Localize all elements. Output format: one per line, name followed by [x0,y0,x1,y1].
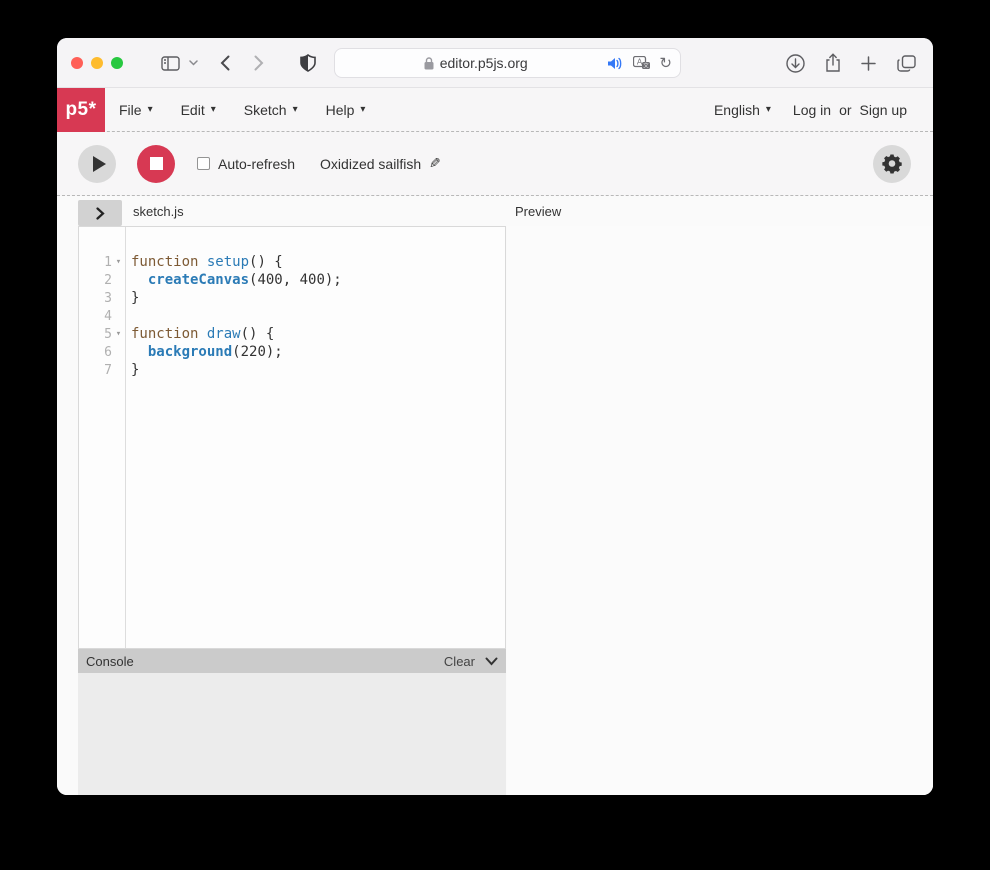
menu-edit[interactable]: Edit ▾ [167,88,230,132]
preview-frame [507,226,933,795]
preview-label: Preview [515,204,561,219]
menu-help[interactable]: Help ▾ [312,88,380,132]
console-output [78,673,506,795]
menu-edit-label: Edit [181,102,205,118]
privacy-shield-icon[interactable] [297,38,319,88]
nav-right: English ▾ Log in or Sign up [714,102,933,118]
code-line[interactable]: } [131,289,505,307]
language-selector[interactable]: English ▾ [714,102,771,118]
play-icon [93,156,106,172]
code-line[interactable]: background(220); [131,343,505,361]
chevron-down-icon[interactable] [185,38,201,88]
code-line[interactable]: function draw() { [131,325,505,343]
workspace: sketch.js Preview 1▾2345▾67 function set… [57,196,933,795]
chevron-down-icon: ▾ [360,104,365,115]
url-text: editor.p5js.org [440,55,528,71]
menu-file-label: File [119,102,142,118]
code-line[interactable]: createCanvas(400, 400); [131,271,505,289]
translate-icon[interactable]: A 文 [633,56,650,70]
browser-toolbar: editor.p5js.org A 文 ↻ [57,38,933,88]
console-collapse-icon[interactable] [485,657,498,666]
close-window-button[interactable] [71,57,83,69]
line-number: 6 [79,343,125,361]
editor-code[interactable]: function setup() { createCanvas(400, 400… [126,227,505,648]
speaker-icon[interactable] [608,57,624,70]
back-icon[interactable] [215,38,235,88]
chevron-down-icon: ▾ [148,104,153,115]
code-editor[interactable]: 1▾2345▾67 function setup() { createCanva… [78,226,506,649]
chevron-down-icon: ▾ [211,104,216,115]
chevron-down-icon: ▾ [293,104,298,115]
forward-icon[interactable] [249,38,269,88]
code-line[interactable]: } [131,361,505,379]
downloads-icon[interactable] [784,38,806,88]
project-name-group: Oxidized sailfish ✎ [320,155,441,172]
new-tab-icon[interactable] [858,38,878,88]
minimize-window-button[interactable] [91,57,103,69]
menu-sketch[interactable]: Sketch ▾ [230,88,312,132]
p5-nav-bar: p5* File ▾ Edit ▾ Sketch ▾ Help ▾ Englis… [57,88,933,132]
fold-arrow-icon[interactable]: ▾ [112,253,125,271]
console-header: Console Clear [78,649,506,673]
code-line[interactable] [131,307,505,325]
traffic-lights [71,57,123,69]
zoom-window-button[interactable] [111,57,123,69]
line-number: 5▾ [79,325,125,343]
editor-gutter: 1▾2345▾67 [79,227,126,648]
stop-button[interactable] [137,145,175,183]
address-bar-center: editor.p5js.org [343,55,608,71]
chevron-down-icon: ▾ [766,104,771,115]
svg-text:文: 文 [644,62,650,70]
browser-window: editor.p5js.org A 文 ↻ [57,38,933,795]
menu-file[interactable]: File ▾ [105,88,167,132]
sketch-toolbar: Auto-refresh Oxidized sailfish ✎ [57,132,933,196]
sidebar-expand-button[interactable] [78,200,122,226]
reload-icon[interactable]: ↻ [659,56,672,71]
auto-refresh-checkbox[interactable] [197,157,210,170]
code-line[interactable]: function setup() { [131,253,505,271]
tab-sketch-js[interactable]: sketch.js [133,204,184,219]
lock-icon [424,57,434,70]
line-number: 7 [79,361,125,379]
project-name: Oxidized sailfish [320,156,421,172]
svg-text:A: A [637,58,643,67]
address-bar[interactable]: editor.p5js.org A 文 ↻ [334,48,681,78]
chevron-right-icon [96,207,105,220]
console-clear-button[interactable]: Clear [444,654,475,669]
or-text: or [839,102,851,118]
line-number: 2 [79,271,125,289]
console-actions: Clear [444,654,498,669]
fold-arrow-icon[interactable]: ▾ [112,325,125,343]
language-label: English [714,102,760,118]
address-bar-icons: A 文 ↻ [608,56,672,71]
p5-logo[interactable]: p5* [57,88,105,132]
log-in-link[interactable]: Log in [793,102,831,118]
menu-help-label: Help [326,102,355,118]
settings-button[interactable] [873,145,911,183]
stop-icon [150,157,163,170]
sign-up-link[interactable]: Sign up [860,102,907,118]
desktop-background: editor.p5js.org A 文 ↻ [0,0,990,870]
gear-icon [882,154,902,174]
play-button[interactable] [78,145,116,183]
console-title: Console [86,654,134,669]
share-icon[interactable] [822,38,844,88]
auto-refresh-group: Auto-refresh [197,156,295,172]
line-number: 4 [79,307,125,325]
tab-overview-icon[interactable] [894,38,918,88]
auto-refresh-label: Auto-refresh [218,156,295,172]
line-number: 3 [79,289,125,307]
menu-sketch-label: Sketch [244,102,287,118]
line-number: 1▾ [79,253,125,271]
sidebar-toggle-icon[interactable] [158,38,182,88]
edit-project-name-icon[interactable]: ✎ [429,155,441,172]
